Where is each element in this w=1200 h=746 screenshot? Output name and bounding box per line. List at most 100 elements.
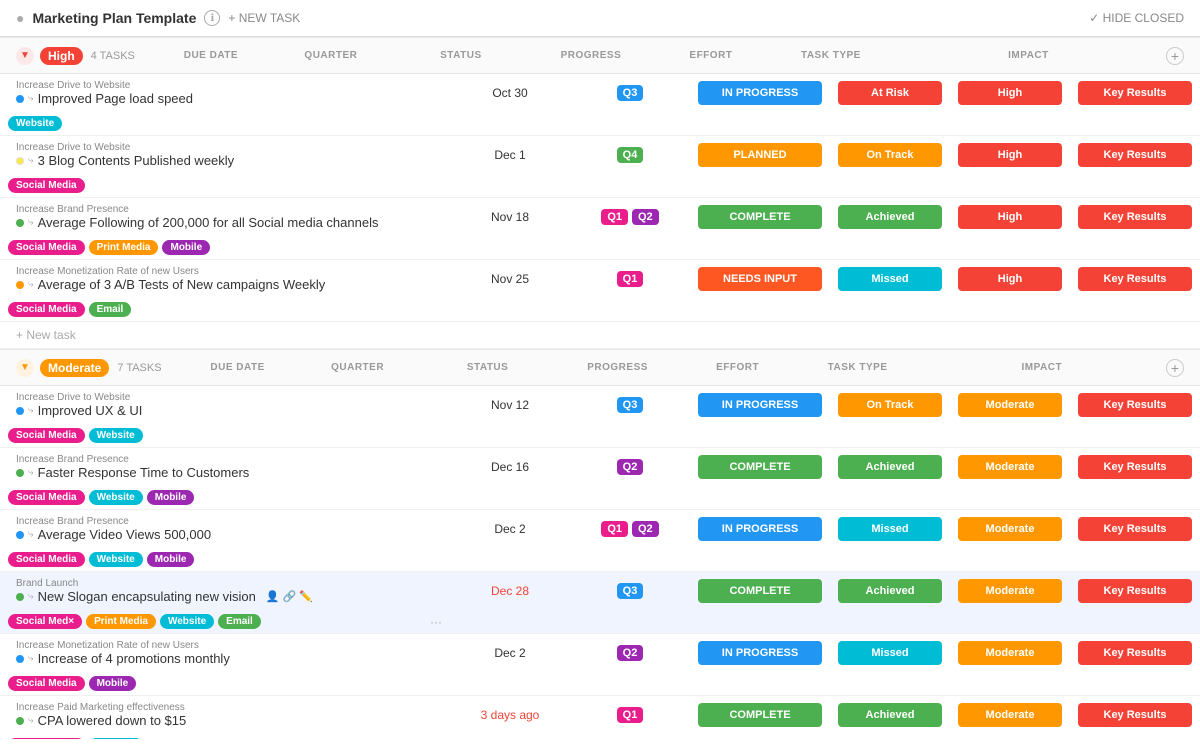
task-type-cell: Key Results — [1070, 697, 1200, 733]
impact-tag[interactable]: Email — [89, 302, 132, 317]
task-name[interactable]: ⤷ Average Video Views 500,000 — [16, 527, 434, 542]
progress-badge: Missed — [838, 641, 942, 665]
group-count-high: 4 TASKS — [91, 50, 135, 62]
impact-tag[interactable]: Mobile — [147, 552, 195, 567]
impact-tag[interactable]: Website — [89, 490, 143, 505]
task-name[interactable]: ⤷ New Slogan encapsulating new vision 👤 … — [16, 589, 434, 604]
quarter-badge[interactable]: Q3 — [617, 85, 644, 101]
quarter-badge[interactable]: Q2 — [632, 209, 659, 225]
task-name[interactable]: ⤷ Increase of 4 promotions monthly — [16, 651, 434, 666]
effort-cell: High — [950, 75, 1070, 111]
main-content: ▼ High 4 TASKS DUE DATE QUARTER STATUS P… — [0, 37, 1200, 739]
progress-badge: On Track — [838, 143, 942, 167]
impact-tag[interactable]: Social Media — [8, 738, 85, 739]
progress-cell: Achieved — [830, 199, 950, 235]
quarter-badge[interactable]: Q1 — [617, 707, 644, 723]
task-link-icon: ⤷ — [28, 155, 34, 166]
due-date-cell: Nov 18 — [450, 204, 570, 230]
new-task-row-high[interactable]: + New task — [0, 322, 1200, 349]
row-action-edit-icon[interactable]: ✏️ — [299, 590, 313, 603]
progress-badge: Achieved — [838, 703, 942, 727]
quarter-badge[interactable]: Q3 — [617, 583, 644, 599]
impact-tag[interactable]: Website — [8, 116, 62, 131]
progress-badge: Achieved — [838, 579, 942, 603]
task-name[interactable]: ⤷ Improved UX & UI — [16, 403, 434, 418]
impact-tag[interactable]: Social Media — [8, 240, 85, 255]
task-type-cell: Key Results — [1070, 199, 1200, 235]
task-link-icon: ⤷ — [28, 217, 34, 228]
group-toggle-high[interactable]: ▼ — [16, 47, 34, 65]
table-row: Increase Brand Presence ⤷ Average Video … — [0, 510, 1200, 572]
impact-tag[interactable]: Social Media — [8, 552, 85, 567]
impact-tag[interactable]: Social Media — [8, 490, 85, 505]
task-type-cell: Key Results — [1070, 387, 1200, 423]
app-icon: ● — [16, 10, 24, 26]
quarter-badge[interactable]: Q4 — [617, 147, 644, 163]
impact-tag[interactable]: Social Media — [8, 178, 85, 193]
quarter-badge[interactable]: Q1 — [601, 521, 628, 537]
impact-tag[interactable]: Website — [160, 614, 214, 629]
effort-cell: Moderate — [950, 573, 1070, 609]
impact-cell: Social Media — [0, 174, 450, 197]
group-add-moderate[interactable]: + — [1166, 359, 1184, 377]
progress-badge: Achieved — [838, 205, 942, 229]
impact-tag[interactable]: Social Media — [8, 302, 85, 317]
impact-tag[interactable]: Print Media — [89, 240, 159, 255]
task-type-cell: Key Results — [1070, 511, 1200, 547]
effort-badge: High — [958, 267, 1062, 291]
quarter-badge[interactable]: Q2 — [617, 459, 644, 475]
task-name[interactable]: ⤷ Average Following of 200,000 for all S… — [16, 215, 434, 230]
task-name[interactable]: ⤷ Average of 3 A/B Tests of New campaign… — [16, 277, 434, 292]
task-type-badge: Key Results — [1078, 267, 1192, 291]
group-add-high[interactable]: + — [1166, 47, 1184, 65]
impact-tag[interactable]: Mobile — [89, 676, 137, 691]
task-name-cell: Increase Brand Presence ⤷ Faster Respons… — [0, 448, 450, 486]
group-header-high: ▼ High 4 TASKS DUE DATE QUARTER STATUS P… — [0, 37, 1200, 74]
task-name[interactable]: ⤷ Improved Page load speed — [16, 91, 434, 106]
effort-cell: Moderate — [950, 697, 1070, 733]
info-icon[interactable]: ℹ — [204, 10, 220, 26]
impact-tag[interactable]: Website — [89, 552, 143, 567]
task-label: Increase Brand Presence — [16, 454, 434, 465]
task-link-icon: ⤷ — [28, 93, 34, 104]
row-action-link-icon[interactable]: 🔗 — [283, 590, 297, 603]
table-row: Increase Drive to Website ⤷ 3 Blog Conte… — [0, 136, 1200, 198]
task-name[interactable]: ⤷ Faster Response Time to Customers — [16, 465, 434, 480]
quarter-badge[interactable]: Q3 — [617, 397, 644, 413]
quarter-badge[interactable]: Q2 — [632, 521, 659, 537]
quarter-badge[interactable]: Q1 — [601, 209, 628, 225]
impact-tag[interactable]: Social Med× — [8, 614, 82, 629]
hide-closed-button[interactable]: ✓ HIDE CLOSED — [1089, 11, 1184, 25]
new-task-header-button[interactable]: + NEW TASK — [228, 11, 300, 25]
impact-tag[interactable]: Email — [218, 614, 261, 629]
quarter-cell: Q4 — [570, 141, 690, 169]
task-label: Increase Drive to Website — [16, 80, 434, 91]
effort-badge: Moderate — [958, 579, 1062, 603]
task-label: Increase Drive to Website — [16, 142, 434, 153]
impact-tag[interactable]: Print Media — [86, 614, 156, 629]
group-toggle-moderate[interactable]: ▼ — [16, 359, 34, 377]
app-title: Marketing Plan Template — [32, 10, 196, 26]
status-cell: IN PROGRESS — [690, 511, 830, 547]
more-icon[interactable]: ··· — [430, 615, 442, 629]
impact-cell: Social Media Website Mobile — [0, 486, 450, 509]
quarter-badge[interactable]: Q1 — [617, 271, 644, 287]
task-link-icon: ⤷ — [28, 529, 34, 540]
impact-tag[interactable]: Social Media — [8, 676, 85, 691]
col-header-quarter: QUARTER — [271, 46, 391, 65]
table-row: Increase Drive to Website ⤷ Improved Pag… — [0, 74, 1200, 136]
impact-tag[interactable]: Social Media — [8, 428, 85, 443]
quarter-badge[interactable]: Q2 — [617, 645, 644, 661]
task-type-cell: Key Results — [1070, 261, 1200, 297]
row-action-user-icon[interactable]: 👤 — [266, 590, 280, 603]
task-name[interactable]: ⤷ CPA lowered down to $15 — [16, 713, 434, 728]
progress-badge: Missed — [838, 267, 942, 291]
due-date-cell: Dec 2 — [450, 640, 570, 666]
impact-tag[interactable]: Website — [89, 738, 143, 739]
task-type-cell: Key Results — [1070, 449, 1200, 485]
task-name[interactable]: ⤷ 3 Blog Contents Published weekly — [16, 153, 434, 168]
impact-tag[interactable]: Mobile — [147, 490, 195, 505]
task-type-cell: Key Results — [1070, 137, 1200, 173]
impact-tag[interactable]: Website — [89, 428, 143, 443]
impact-tag[interactable]: Mobile — [162, 240, 210, 255]
